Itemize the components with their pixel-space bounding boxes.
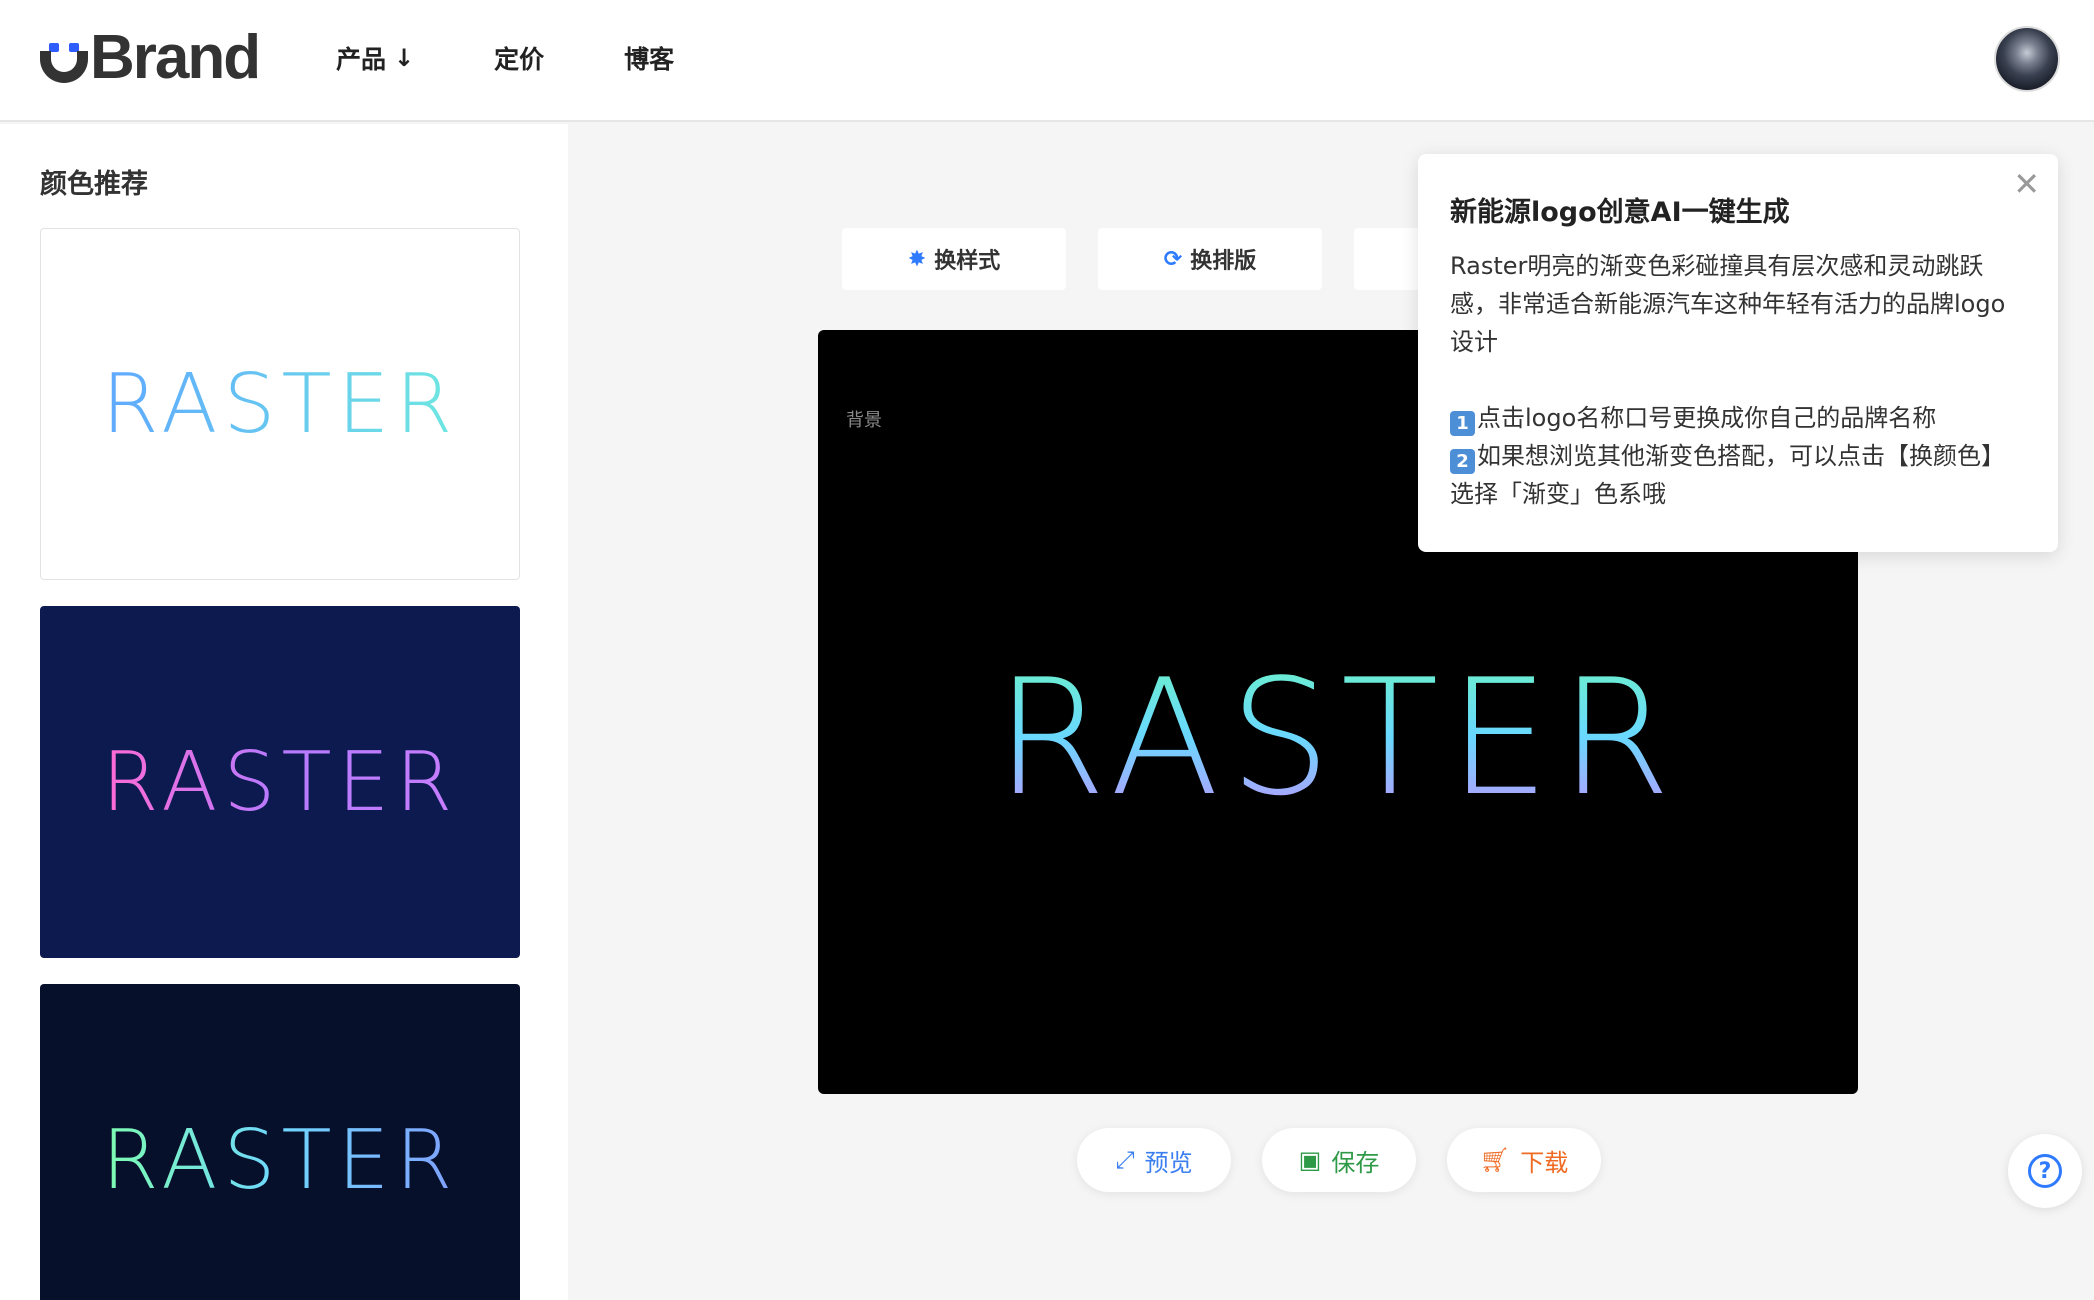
- card-logo-text: RASTER: [101, 1112, 459, 1208]
- popover-step-1: 1 点击logo名称口号更换成你自己的品牌名称: [1450, 399, 2026, 437]
- sparkle-icon: ✸: [907, 246, 927, 272]
- card-logo-text: RASTER: [101, 356, 459, 452]
- card-logo-text: RASTER: [101, 734, 459, 830]
- help-button[interactable]: ?: [2008, 1134, 2082, 1208]
- color-card-white[interactable]: RASTER: [40, 228, 520, 580]
- cart-icon: 🛒︎: [1479, 1146, 1511, 1174]
- close-icon[interactable]: ✕: [2013, 168, 2040, 200]
- change-layout-label: 换排版: [1190, 249, 1257, 274]
- nav-item-pricing-label: 定价: [494, 45, 545, 74]
- sidebar-title: 颜色推荐: [40, 169, 148, 200]
- save-icon: ▣: [1298, 1146, 1322, 1174]
- popover-step-2: 2 如果想浏览其他渐变色搭配，可以点击【换颜色】选择「渐变」色系哦: [1450, 437, 2026, 513]
- save-button[interactable]: ▣ 保存: [1262, 1128, 1416, 1192]
- color-card-dark[interactable]: RASTER: [40, 984, 520, 1300]
- main-nav: 产品 ↓ 定价 博客: [336, 40, 754, 76]
- save-label: 保存: [1331, 1148, 1380, 1177]
- user-avatar[interactable]: [1994, 26, 2060, 92]
- change-layout-button[interactable]: ⟳ 换排版: [1098, 228, 1322, 290]
- tip-popover: ✕ 新能源logo创意AI一键生成 Raster明亮的渐变色彩碰撞具有层次感和灵…: [1418, 154, 2058, 552]
- popover-title: 新能源logo创意AI一键生成: [1450, 197, 1790, 228]
- popover-step-1-text: 点击logo名称口号更换成你自己的品牌名称: [1477, 404, 1937, 432]
- preview-label: 预览: [1144, 1148, 1193, 1177]
- popover-body: Raster明亮的渐变色彩碰撞具有层次感和灵动跳跃感，非常适合新能源汽车这种年轻…: [1450, 247, 2026, 513]
- number-2-icon: 2: [1450, 449, 1475, 474]
- arrow-down-icon: ↓: [394, 44, 415, 72]
- popover-step-2-text: 如果想浏览其他渐变色搭配，可以点击【换颜色】选择「渐变」色系哦: [1450, 442, 2005, 508]
- change-style-label: 换样式: [934, 249, 1001, 274]
- download-button[interactable]: 🛒︎ 下载: [1447, 1128, 1601, 1192]
- ubrand-logo[interactable]: Brand: [40, 22, 261, 92]
- preview-button[interactable]: ⤢ 预览: [1077, 1128, 1231, 1192]
- nav-item-blog[interactable]: 博客: [624, 40, 674, 76]
- question-icon: ?: [2028, 1154, 2062, 1188]
- refresh-icon: ⟳: [1163, 246, 1183, 272]
- popover-paragraph: Raster明亮的渐变色彩碰撞具有层次感和灵动跳跃感，非常适合新能源汽车这种年轻…: [1450, 252, 2006, 356]
- color-card-navy[interactable]: RASTER: [40, 606, 520, 958]
- logo-u-mark: [40, 43, 88, 83]
- change-style-button[interactable]: ✸ 换样式: [842, 228, 1066, 290]
- popover-spacer: [1450, 361, 2026, 399]
- color-recommend-sidebar: 颜色推荐 RASTER RASTER RASTER: [0, 124, 568, 1300]
- number-1-icon: 1: [1450, 411, 1475, 436]
- expand-icon: ⤢: [1115, 1146, 1135, 1174]
- nav-item-blog-label: 博客: [624, 45, 675, 74]
- logo-text: Brand: [90, 22, 261, 92]
- nav-item-product[interactable]: 产品 ↓: [336, 40, 414, 76]
- download-label: 下载: [1520, 1148, 1569, 1177]
- top-header: Brand 产品 ↓ 定价 博客: [0, 0, 2094, 122]
- nav-item-product-label: 产品: [336, 45, 387, 74]
- canvas-logo-text[interactable]: RASTER: [995, 644, 1681, 831]
- nav-item-pricing[interactable]: 定价: [494, 40, 544, 76]
